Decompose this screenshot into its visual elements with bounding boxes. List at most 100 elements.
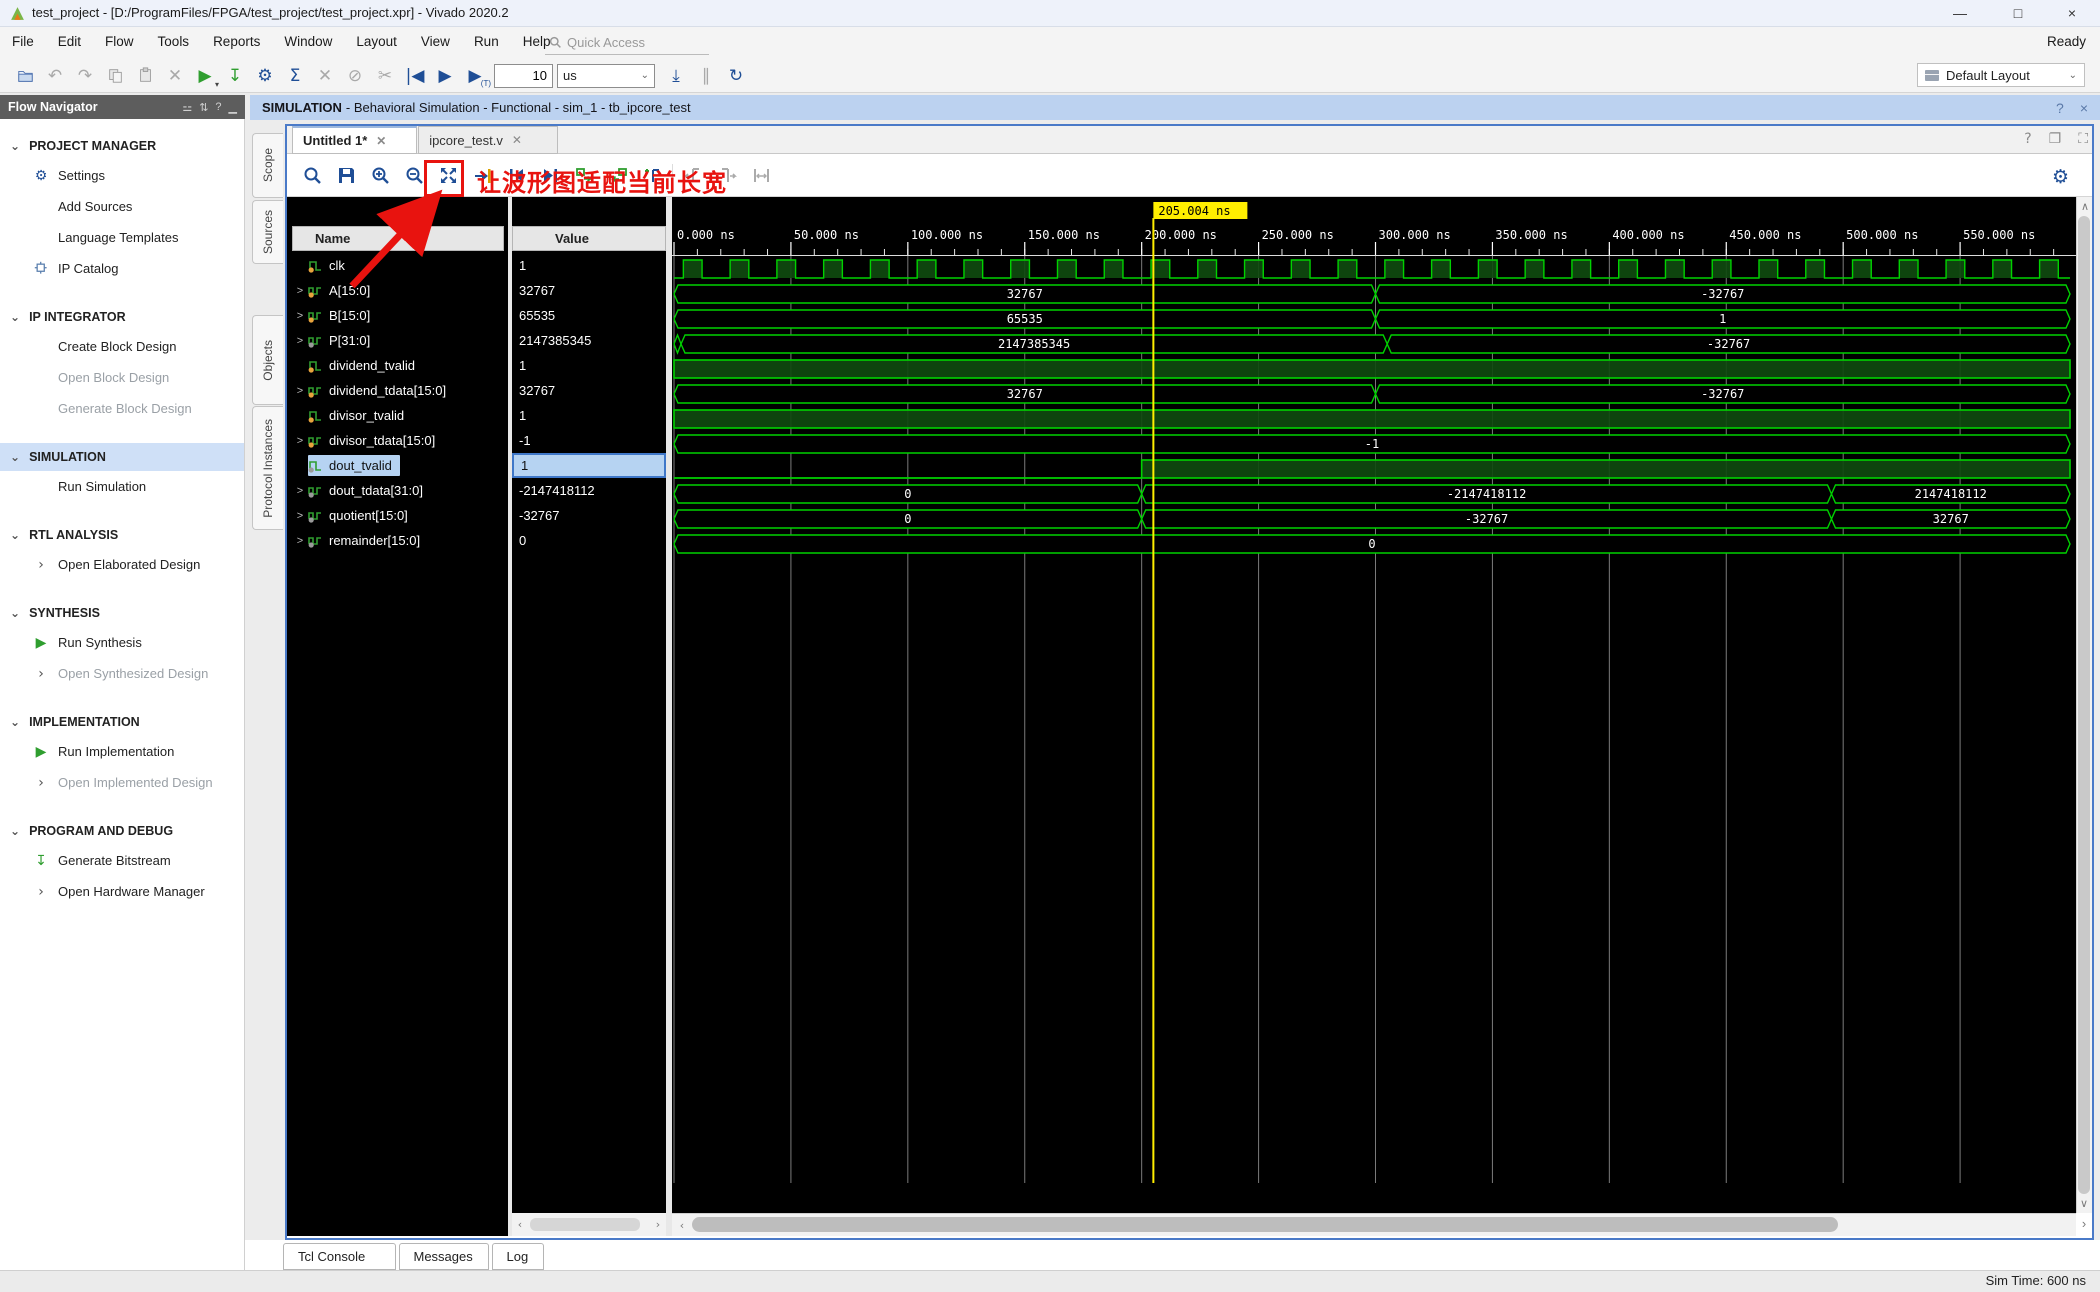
signal-value-p-31-0[interactable]: 2147385345 [512,328,666,353]
disable-breakpoints-button[interactable]: ⊘ [340,63,370,89]
nav-item-run-simulation[interactable]: Run Simulation [0,471,244,502]
copy-button[interactable] [100,63,130,89]
signal-row-p-31-0[interactable]: > P[31:0] [287,328,508,353]
menu-run[interactable]: Run [462,27,511,56]
nav-header-ip-integrator[interactable]: ⌄ IP INTEGRATOR [0,303,244,331]
signal-value-dividend-tvalid[interactable]: 1 [512,353,666,378]
nav-header-implementation[interactable]: ⌄ IMPLEMENTATION [0,708,244,736]
step-into-button[interactable]: ↧ [220,63,250,89]
report-sigma-button[interactable]: Σ [280,63,310,89]
nav-item-ip-catalog[interactable]: IP Catalog [0,253,244,284]
menu-reports[interactable]: Reports [201,27,272,56]
nav-header-rtl-analysis[interactable]: ⌄ RTL ANALYSIS [0,521,244,549]
scroll-right-icon[interactable]: › [2076,1216,2092,1231]
signal-row-clk[interactable]: clk [287,253,508,278]
signal-row-divisor-tvalid[interactable]: divisor_tvalid [287,403,508,428]
close-icon[interactable]: × [2080,100,2088,116]
run-time-input[interactable] [494,63,553,88]
undo-button[interactable]: ↶ [40,63,70,89]
pause-sim-button[interactable]: ∥ [691,63,721,89]
nav-item-create-block-design[interactable]: Create Block Design [0,331,244,362]
nav-header-synthesis[interactable]: ⌄ SYNTHESIS [0,599,244,627]
signal-value-divisor-tdata-15-0[interactable]: -1 [512,428,666,453]
span-markers-button[interactable] [744,160,778,190]
expand-icon[interactable]: > [292,435,308,447]
nav-item-generate-bitstream[interactable]: ↧ Generate Bitstream [0,845,244,876]
help-icon[interactable]: ? [2024,131,2031,147]
help-icon[interactable]: ? [2056,100,2064,116]
expand-icon[interactable]: > [292,285,308,297]
menu-view[interactable]: View [409,27,462,56]
signal-row-dividend-tdata-15-0[interactable]: > dividend_tdata[15:0] [287,378,508,403]
scroll-down-icon[interactable]: ∨ [2076,1197,2092,1210]
signal-value-a-15-0[interactable]: 32767 [512,278,666,303]
signal-row-a-15-0[interactable]: > A[15:0] [287,278,508,303]
horizontal-scroll-thumb[interactable] [692,1217,1838,1232]
scroll-up-icon[interactable]: ∧ [2077,200,2093,213]
vertical-scroll-thumb[interactable] [2078,216,2090,1194]
bottom-tab-tcl-console[interactable]: Tcl Console [283,1243,396,1270]
minimize-panel-icon[interactable]: ▁ [229,101,237,114]
delete-button[interactable]: ✕ [160,63,190,89]
find-button[interactable] [295,160,329,190]
quick-access-search[interactable]: Quick Access [545,31,709,55]
menu-flow[interactable]: Flow [93,27,146,56]
nav-item-open-hardware-manager[interactable]: › Open Hardware Manager [0,876,244,907]
nav-item-open-implemented-design[interactable]: › Open Implemented Design [0,767,244,798]
run-all-button[interactable]: ▶ [430,63,460,89]
wave-tab-untitled-1[interactable]: Untitled 1* ✕ [292,126,418,154]
signal-value-remainder-15-0[interactable]: 0 [512,528,666,553]
nav-header-program-and-debug[interactable]: ⌄ PROGRAM AND DEBUG [0,817,244,845]
expand-icon[interactable]: > [292,385,308,397]
run-for-time-button[interactable]: ▶ (T) [460,63,491,89]
close-button[interactable]: × [2052,3,2092,23]
close-icon[interactable]: ✕ [512,133,522,147]
signal-row-dout-tvalid[interactable]: dout_tvalid [287,453,508,478]
signal-row-divisor-tdata-15-0[interactable]: > divisor_tdata[15:0] [287,428,508,453]
sort-icon[interactable]: ⇅ [199,101,208,114]
side-tab-sources[interactable]: Sources [252,200,283,264]
collapse-all-icon[interactable]: ⚍ [182,101,192,114]
paste-button[interactable] [130,63,160,89]
side-tab-protocol-instances[interactable]: Protocol Instances [252,406,283,530]
waveform-canvas[interactable]: 0.000 ns 50.000 ns 100.000 ns 150.000 ns 200… [672,197,2076,1213]
nav-item-add-sources[interactable]: Add Sources [0,191,244,222]
settings-gear-button[interactable]: ⚙ [250,63,280,89]
expand-icon[interactable]: > [292,310,308,322]
signal-value-dividend-tdata-15-0[interactable]: 32767 [512,378,666,403]
signal-row-dout-tdata-31-0[interactable]: > dout_tdata[31:0] [287,478,508,503]
value-scroll-thumb[interactable] [530,1218,640,1231]
scroll-left-icon[interactable]: ‹ [512,1218,528,1231]
delete-breakpoints-button[interactable]: ✂ [370,63,400,89]
close-icon[interactable]: ✕ [376,134,386,148]
open-file-button[interactable] [10,63,40,89]
nav-item-run-synthesis[interactable]: ▶ Run Synthesis [0,627,244,658]
side-tab-scope[interactable]: Scope [252,133,283,198]
name-column-header[interactable]: Name [292,226,504,251]
signal-row-b-15-0[interactable]: > B[15:0] [287,303,508,328]
maximize-panel-icon[interactable]: ⛶ [2078,131,2088,147]
signal-row-quotient-15-0[interactable]: > quotient[15:0] [287,503,508,528]
menu-edit[interactable]: Edit [46,27,93,56]
nav-item-generate-block-design[interactable]: Generate Block Design [0,393,244,424]
relaunch-sim-button[interactable]: ↻ [721,63,751,89]
menu-layout[interactable]: Layout [344,27,409,56]
signal-row-remainder-15-0[interactable]: > remainder[15:0] [287,528,508,553]
nav-header-project-manager[interactable]: ⌄ PROJECT MANAGER [0,132,244,160]
scroll-left-icon[interactable]: ‹ [674,1219,690,1232]
bottom-tab-log[interactable]: Log [491,1243,544,1270]
scroll-right-icon[interactable]: › [650,1218,666,1231]
menu-file[interactable]: File [0,27,46,56]
nav-item-open-elaborated-design[interactable]: › Open Elaborated Design [0,549,244,580]
nav-item-language-templates[interactable]: Language Templates [0,222,244,253]
breakpoint-button[interactable]: ✕ [310,63,340,89]
wave-tab-ipcore-test-v[interactable]: ipcore_test.v ✕ [418,126,558,154]
expand-icon[interactable]: > [292,510,308,522]
menu-window[interactable]: Window [272,27,344,56]
float-window-icon[interactable]: ❐ [2049,131,2062,147]
value-column-header[interactable]: Value [512,226,666,251]
step-time-button[interactable]: ⤓ [661,63,691,89]
time-unit-select[interactable]: us ⌄ [557,63,655,88]
help-icon[interactable]: ? [215,101,221,113]
nav-item-settings[interactable]: ⚙ Settings [0,160,244,191]
